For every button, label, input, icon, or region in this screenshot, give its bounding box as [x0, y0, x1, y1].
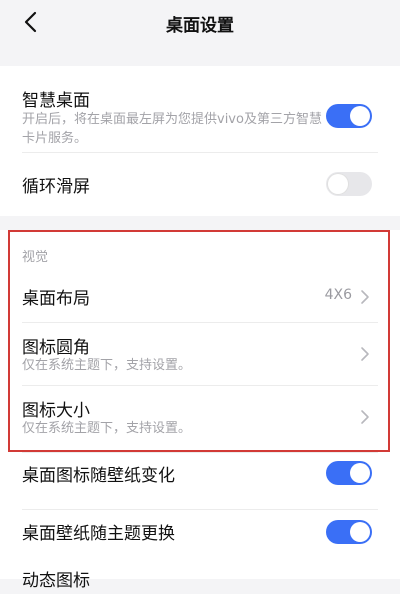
wallpaper-follow-theme-label: 桌面壁纸随主题更换 [22, 524, 175, 544]
smart-desktop-description: 开启后，将在桌面最左屏为您提供vivo及第三方智慧卡片服务。 [22, 112, 322, 146]
loop-scroll-row[interactable]: 循环滑屏 [0, 153, 400, 216]
icon-follow-wallpaper-toggle[interactable] [326, 461, 372, 485]
smart-desktop-label: 智慧桌面 [22, 91, 90, 111]
settings-group-general: 智慧桌面 开启后，将在桌面最左屏为您提供vivo及第三方智慧卡片服务。 循环滑屏 [0, 66, 400, 216]
icon-follow-wallpaper-row[interactable]: 桌面图标随壁纸变化 [0, 453, 400, 509]
wallpaper-follow-theme-toggle[interactable] [326, 520, 372, 544]
wallpaper-follow-theme-row[interactable]: 桌面壁纸随主题更换 [0, 510, 400, 566]
highlight-box [8, 230, 390, 452]
dynamic-icon-row[interactable]: 动态图标 [0, 564, 400, 594]
loop-scroll-toggle[interactable] [326, 172, 372, 196]
loop-scroll-label: 循环滑屏 [22, 177, 90, 197]
smart-desktop-toggle[interactable] [326, 104, 372, 128]
toggle-knob [328, 174, 348, 194]
toggle-knob [350, 106, 370, 126]
icon-follow-wallpaper-label: 桌面图标随壁纸变化 [22, 466, 175, 486]
toggle-knob [350, 463, 370, 483]
page-title: 桌面设置 [166, 16, 234, 36]
smart-desktop-row[interactable]: 智慧桌面 开启后，将在桌面最左屏为您提供vivo及第三方智慧卡片服务。 [0, 66, 400, 152]
top-bar: 桌面设置 [0, 0, 400, 44]
toggle-knob [350, 522, 370, 542]
